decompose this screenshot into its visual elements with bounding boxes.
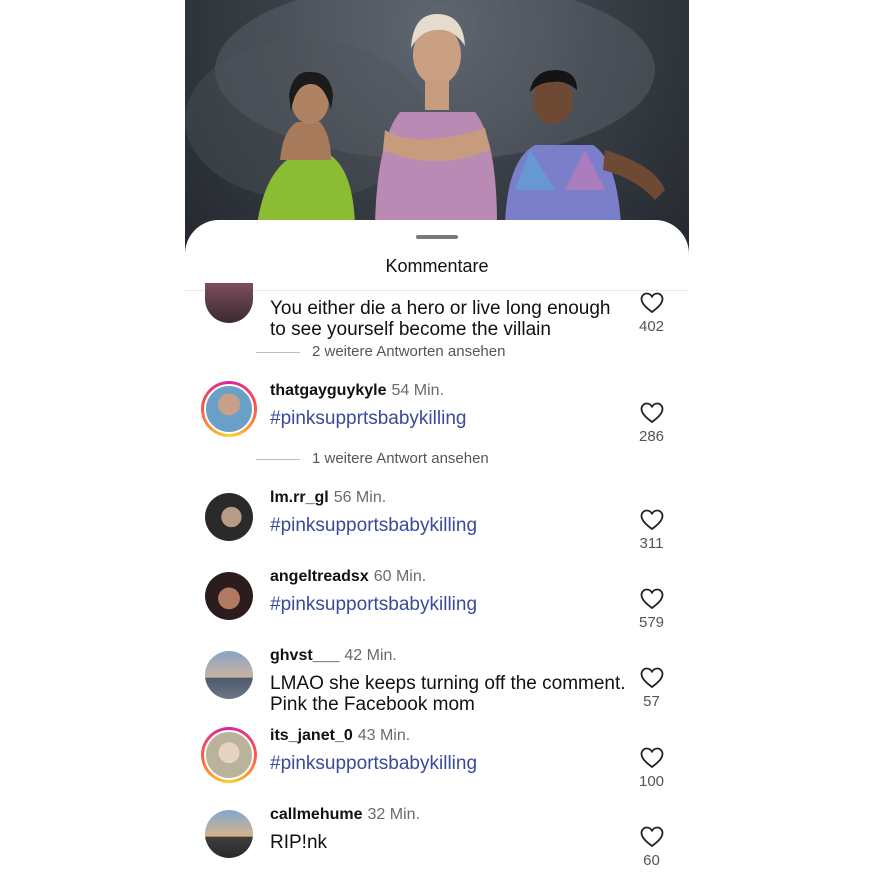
avatar[interactable] <box>205 810 253 858</box>
like-button[interactable]: 579 <box>629 588 674 631</box>
username[interactable]: callmehume <box>270 806 362 823</box>
view-replies-label: 2 weitere Antworten ansehen <box>312 343 506 360</box>
heart-icon[interactable] <box>640 826 664 848</box>
comment-text: RIP!nk <box>270 832 328 853</box>
comment-meta: angeltreadsx 60 Min. <box>270 568 426 586</box>
like-count: 57 <box>643 693 660 710</box>
divider <box>185 290 689 291</box>
comment-text: LMAO she keeps turning off the comment. … <box>270 673 626 715</box>
comment-text[interactable]: #pinksupportsbabykilling <box>270 594 630 615</box>
like-button[interactable]: 60 <box>629 826 674 869</box>
username[interactable]: angeltreadsx <box>270 568 369 585</box>
heart-icon[interactable] <box>640 667 664 689</box>
like-count: 60 <box>643 852 660 869</box>
timestamp: 42 Min. <box>344 647 397 664</box>
heart-icon[interactable] <box>640 292 664 314</box>
heart-icon[interactable] <box>640 402 664 424</box>
comment-meta: lm.rr_gl 56 Min. <box>270 489 386 507</box>
comment-text[interactable]: #pinksupportsbabykilling <box>270 515 630 536</box>
like-count: 286 <box>638 428 665 445</box>
like-count: 402 <box>638 318 665 335</box>
comment-meta: thatgayguykyle 54 Min. <box>270 382 444 400</box>
timestamp: 43 Min. <box>357 727 411 744</box>
comment-meta: callmehume 32 Min. <box>270 806 420 824</box>
avatar[interactable] <box>205 572 253 620</box>
username[interactable]: ghvst___ <box>270 647 339 664</box>
like-button[interactable]: 100 <box>629 747 674 790</box>
like-button[interactable]: 311 <box>629 509 674 552</box>
timestamp: 32 Min. <box>367 806 420 823</box>
heart-icon[interactable] <box>640 747 664 769</box>
view-replies-label: 1 weitere Antwort ansehen <box>312 450 489 467</box>
replies-line <box>256 458 300 460</box>
username[interactable]: lm.rr_gl <box>270 489 329 506</box>
username[interactable]: thatgayguykyle <box>270 382 386 399</box>
view-replies-button[interactable]: 2 weitere Antworten ansehen <box>256 343 505 360</box>
like-button[interactable]: 57 <box>629 667 674 710</box>
comment-meta: its_janet_0 43 Min. <box>270 727 410 745</box>
avatar[interactable] <box>205 283 253 323</box>
username[interactable]: its_janet_0 <box>270 727 353 744</box>
comment-text: You either die a hero or live long enoug… <box>270 298 611 340</box>
heart-icon[interactable] <box>640 509 664 531</box>
timestamp: 56 Min. <box>333 489 387 506</box>
like-button[interactable]: 286 <box>629 402 674 445</box>
comment-text[interactable]: #pinksupprtsbabykilling <box>270 408 630 429</box>
sheet-title: Kommentare <box>385 256 489 276</box>
replies-line <box>256 351 300 353</box>
comment-text[interactable]: #pinksupportsbabykilling <box>270 753 630 774</box>
avatar[interactable] <box>205 493 253 541</box>
comment-meta: ghvst___ 42 Min. <box>270 647 397 665</box>
like-count: 579 <box>638 614 665 631</box>
avatar[interactable] <box>201 381 257 437</box>
avatar[interactable] <box>205 651 253 699</box>
like-count: 100 <box>638 773 665 790</box>
timestamp: 54 Min. <box>391 382 444 399</box>
view-replies-button[interactable]: 1 weitere Antwort ansehen <box>256 450 489 467</box>
drag-handle[interactable] <box>416 235 458 239</box>
timestamp: 60 Min. <box>373 568 427 585</box>
comments-sheet: Kommentare You either die a hero or live… <box>185 220 689 873</box>
like-button[interactable]: 402 <box>629 292 674 335</box>
phone-screen: Kommentare You either die a hero or live… <box>185 0 689 873</box>
avatar[interactable] <box>201 727 257 783</box>
heart-icon[interactable] <box>640 588 664 610</box>
like-count: 311 <box>639 535 664 552</box>
